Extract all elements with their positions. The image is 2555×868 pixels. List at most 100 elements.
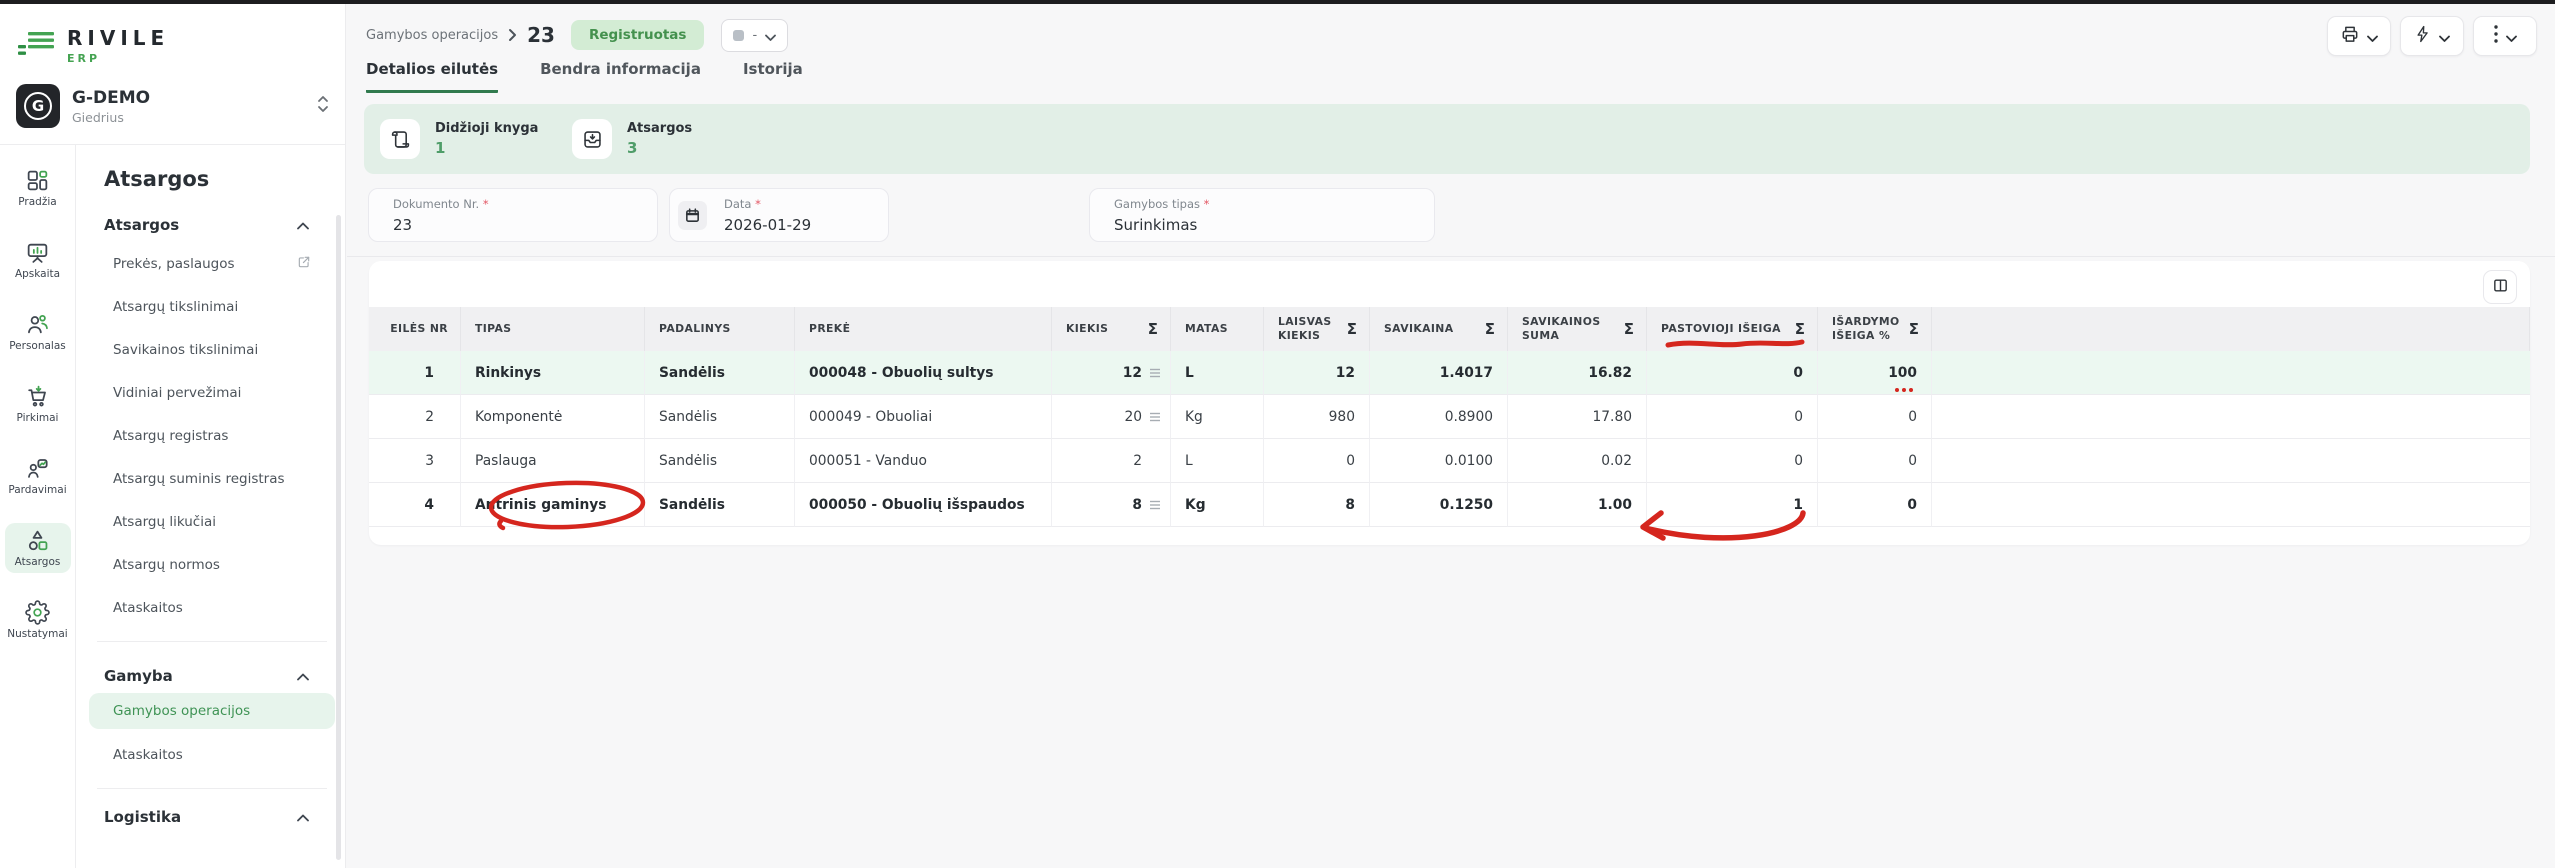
sum-icon[interactable]: Σ [1787,320,1805,338]
columns-icon [2492,277,2509,298]
sidebar-item-ataskaitos-2[interactable]: Ataskaitos [77,733,345,776]
top-actions [2327,16,2537,56]
col-header-pastovioji-iseiga[interactable]: PASTOVIOJI IŠEIGAΣ [1647,307,1818,351]
menu-divider [97,788,327,789]
sidebar-item-prekes-paslaugos[interactable]: Prekės, paslaugos [77,242,345,285]
print-button[interactable] [2327,16,2391,56]
more-menu-button[interactable] [2473,16,2537,56]
summary-didzioji-knyga[interactable]: Didžioji knyga 1 [380,104,538,174]
data-field[interactable]: Data * 2026-01-29 [669,188,889,242]
col-header-padalinys[interactable]: PADALINYS [645,307,795,351]
sum-icon[interactable]: Σ [1901,320,1919,338]
rail-item-pradzia[interactable]: Pradžia [5,163,71,213]
col-header-savikaina[interactable]: SAVIKAINAΣ [1370,307,1508,351]
col-header-savikainos-suma[interactable]: SAVIKAINOS SUMAΣ [1508,307,1647,351]
journal-summary-banner: Didžioji knyga 1 Atsargos 3 [364,104,2530,174]
chevron-down-icon [2439,27,2450,46]
purchases-cart-icon [25,384,50,409]
sidebar-item-gamybos-operacijos[interactable]: Gamybos operacijos [89,693,335,729]
chevron-up-icon [297,215,309,234]
sidebar-item-atsargu-likuciai[interactable]: Atsargų likučiai [77,500,345,543]
app-window: RIVILE ERP G G-DEMO Giedrius [0,0,2555,868]
rail-item-pirkimai[interactable]: Pirkimai [5,379,71,429]
chevron-up-icon [297,666,309,685]
tab-bendra-informacija[interactable]: Bendra informacija [540,60,701,93]
row-menu-icon[interactable] [1146,368,1164,378]
sidebar-item-atsargu-normos[interactable]: Atsargų normos [77,543,345,586]
summary-atsargos[interactable]: Atsargos 3 [572,104,692,174]
inventory-box-icon [572,119,612,159]
section-header-atsargos[interactable]: Atsargos [77,215,345,234]
chevron-down-icon [2367,27,2378,46]
dokumento-nr-value: 23 [393,216,412,234]
sales-person-icon [25,456,50,481]
sum-icon[interactable]: Σ [1616,320,1634,338]
chevron-right-icon [508,28,517,42]
actions-button[interactable] [2400,16,2464,56]
section-atsargos: Atsargos Prekės, paslaugos Ats [77,215,345,642]
lightning-icon [2414,24,2432,48]
ledger-scroll-icon [380,119,420,159]
gamybos-tipas-field[interactable]: Gamybos tipas * Surinkimas [1089,188,1435,242]
tab-istorija[interactable]: Istorija [743,60,803,93]
rail-item-pardavimai[interactable]: Pardavimai [5,451,71,501]
data-value: 2026-01-29 [724,216,811,234]
col-header-laisvas-kiekis[interactable]: LAISVAS KIEKISΣ [1264,307,1370,351]
sidebar-item-atsargu-tikslinimai[interactable]: Atsargų tikslinimai [77,285,345,328]
section-header-gamyba[interactable]: Gamyba [77,666,345,685]
sidebar-item-savikainos-tikslinimai[interactable]: Savikainos tikslinimai [77,328,345,371]
section-header-logistika[interactable]: Logistika [77,807,345,826]
col-header-preke[interactable]: PREKĖ [795,307,1052,351]
status-dropdown[interactable]: - [721,19,788,52]
settings-gear-icon [25,600,50,625]
breadcrumb-parent-link[interactable]: Gamybos operacijos [366,28,498,43]
sidebar-item-atsargu-registras[interactable]: Atsargų registras [77,414,345,457]
color-swatch-icon [733,30,744,41]
col-header-matas[interactable]: MATAS [1171,307,1264,351]
accounting-board-icon [25,240,50,265]
col-header-kiekis[interactable]: KIEKISΣ [1052,307,1171,351]
people-icon [25,312,50,337]
col-header-isardymo-iseiga[interactable]: IŠARDYMO IŠEIGA %Σ [1818,307,1932,351]
dashboard-icon [25,168,50,193]
sum-icon[interactable]: Σ [1140,320,1158,338]
rail-item-personalas[interactable]: Personalas [5,307,71,357]
brand-logo[interactable]: RIVILE ERP [16,28,169,64]
main-content: Gamybos operacijos 23 Registruotas - [347,4,2555,868]
menu-bars-icon [16,31,56,61]
column-settings-button[interactable] [2483,270,2517,304]
sidebar-title: Atsargos [77,167,345,191]
sum-icon[interactable]: Σ [1477,320,1495,338]
tab-bar: Detalios eilutės Bendra informacija Isto… [366,60,803,93]
rail-item-nustatymai[interactable]: Nustatymai [5,595,71,645]
company-name: G-DEMO [72,88,316,108]
rail-item-atsargos[interactable]: Atsargos [5,523,71,573]
col-header-tipas[interactable]: TIPAS [461,307,645,351]
detail-lines-table: EILĖS NR TIPAS PADALINYS PREKĖ KIEKISΣ M… [369,307,2530,527]
tab-detalios-eilutes[interactable]: Detalios eilutės [366,60,498,93]
row-menu-icon[interactable] [1146,500,1164,510]
company-selector[interactable]: G G-DEMO Giedrius [16,84,330,128]
document-number: 23 [527,23,555,47]
chevron-down-icon [765,26,776,45]
brand-name: RIVILE [67,28,169,48]
col-header-eiles-nr[interactable]: EILĖS NR [369,307,461,351]
sidebar-item-ataskaitos-1[interactable]: Ataskaitos [77,586,345,629]
row-menu-icon[interactable] [1146,412,1164,422]
sum-icon[interactable]: Σ [1339,320,1357,338]
sidebar-menu: Atsargos Atsargos Prekės, paslaugos [77,145,345,868]
dokumento-nr-field[interactable]: Dokumento Nr. * 23 [368,188,658,242]
sidebar-item-vidiniai-pervezimai[interactable]: Vidiniai pervežimai [77,371,345,414]
gamybos-tipas-value: Surinkimas [1114,216,1197,234]
detail-lines-card: EILĖS NR TIPAS PADALINYS PREKĖ KIEKISΣ M… [369,261,2530,545]
rail-item-apskaita[interactable]: Apskaita [5,235,71,285]
sidebar-shell: RIVILE ERP G G-DEMO Giedrius [0,4,346,868]
table-toolbar [369,261,2530,307]
sidebar-scrollbar[interactable] [336,215,341,860]
updown-chevron-icon [316,94,330,118]
breadcrumb: Gamybos operacijos 23 Registruotas - [366,16,788,54]
brand-tagline: ERP [67,53,169,64]
calendar-icon [678,201,707,230]
chevron-up-icon [297,807,309,826]
sidebar-item-atsargu-suminis-registras[interactable]: Atsargų suminis registras [77,457,345,500]
